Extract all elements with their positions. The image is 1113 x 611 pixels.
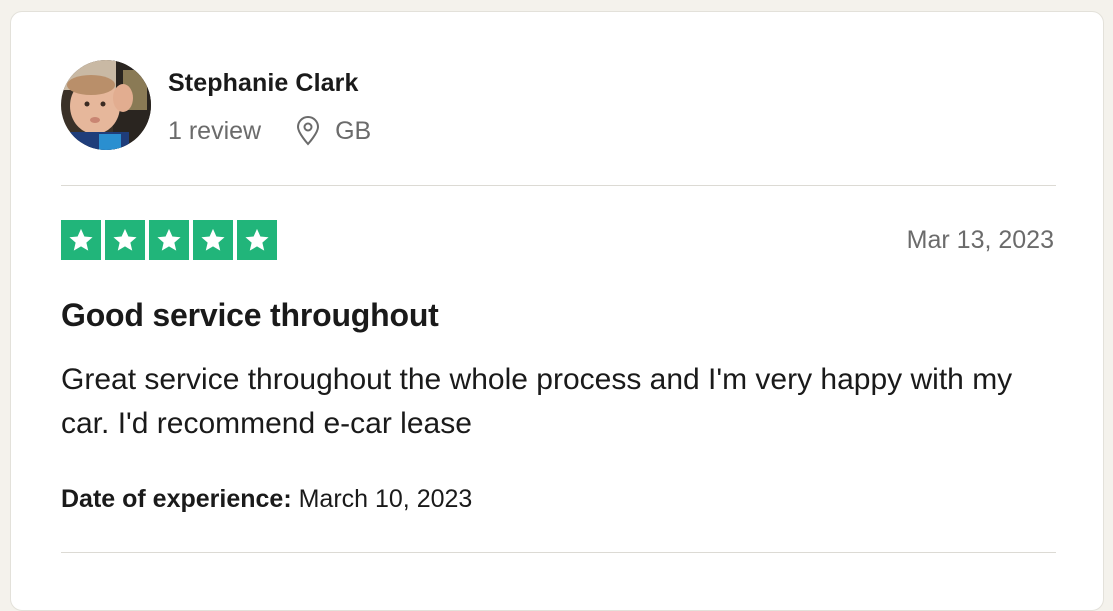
experience-date: March 10, 2023 [298, 485, 473, 513]
star-icon [193, 220, 233, 260]
consumer-info: Stephanie Clark 1 review GB [61, 60, 1056, 155]
review-card: Stephanie Clark 1 review GB Mar 13, 2023… [10, 11, 1104, 611]
location-label: GB [335, 116, 372, 145]
review-title[interactable]: Good service throughout [61, 297, 439, 334]
star-icon [149, 220, 189, 260]
review-count: 1 review [168, 116, 262, 145]
divider [61, 552, 1056, 553]
star-icon [105, 220, 145, 260]
star-rating [61, 220, 277, 260]
consumer-name[interactable]: Stephanie Clark [168, 69, 358, 98]
map-pin-icon [297, 116, 320, 146]
avatar-image [61, 60, 151, 150]
consumer-location: GB [295, 116, 371, 146]
review-date: Mar 13, 2023 [906, 226, 1054, 254]
divider [61, 185, 1056, 186]
date-of-experience: Date of experience: March 10, 2023 [61, 485, 472, 514]
review-body: Great service throughout the whole proce… [61, 363, 1013, 440]
star-icon [237, 220, 277, 260]
star-icon [61, 220, 101, 260]
consumer-meta: 1 review GB [168, 116, 371, 146]
experience-label: Date of experience: [61, 485, 292, 513]
avatar[interactable] [61, 60, 151, 150]
